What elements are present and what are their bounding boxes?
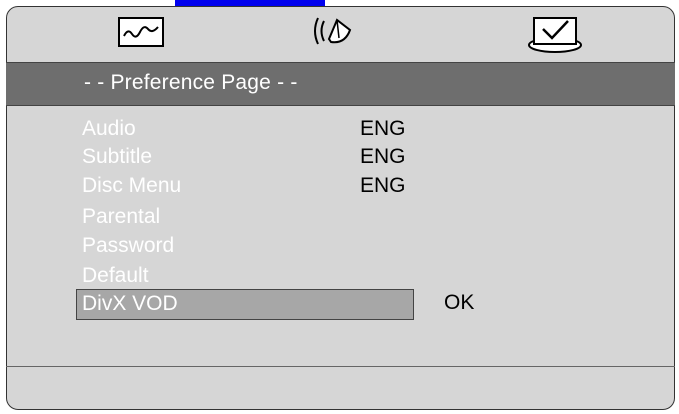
menu-item-password[interactable]: Password	[82, 234, 174, 258]
menu-item-subtitle[interactable]: Subtitle	[82, 145, 152, 169]
page-title: - - Preference Page - -	[84, 71, 298, 94]
subtitle-value: ENG	[360, 145, 406, 168]
divx-vod-ok-value[interactable]: OK	[444, 291, 474, 315]
header-bar: - - Preference Page - -	[6, 62, 675, 106]
menu-item-disc-menu[interactable]: Disc Menu	[82, 174, 181, 198]
audio-value: ENG	[360, 117, 406, 140]
checkbox-icon[interactable]	[525, 16, 585, 54]
speaker-icon[interactable]	[310, 14, 356, 48]
menu-item-divx-vod[interactable]: DivX VOD	[82, 292, 178, 316]
menu-item-default[interactable]: Default	[82, 264, 149, 288]
disc-menu-value: ENG	[360, 174, 406, 197]
footer-divider	[6, 366, 675, 367]
menu-item-audio[interactable]: Audio	[82, 117, 136, 141]
waveform-icon[interactable]	[118, 17, 164, 47]
menu-item-parental[interactable]: Parental	[82, 205, 160, 229]
